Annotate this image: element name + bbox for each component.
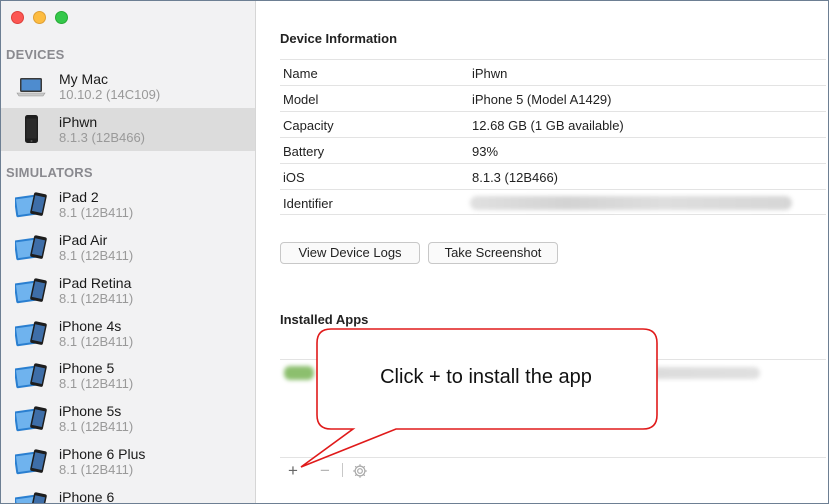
installed-apps-title: Installed Apps <box>280 312 369 327</box>
toolbar-divider <box>342 463 343 477</box>
simulator-name: iPad Retina <box>59 275 132 291</box>
installed-apps-toolbar: + − <box>280 457 826 483</box>
sidebar-item-my-mac[interactable]: My Mac 10.10.2 (14C109) <box>1 65 255 108</box>
simulator-version: 8.1 (12B411) <box>59 205 134 220</box>
info-label: Capacity <box>283 118 334 133</box>
simulator-version: 8.1 (12B411) <box>59 462 134 477</box>
zoom-button[interactable] <box>55 11 68 24</box>
simulator-version: 8.1 (12B411) <box>59 334 134 349</box>
device-name: My Mac <box>59 71 108 87</box>
device-name: iPhwn <box>59 114 98 130</box>
simulator-name: iPhone 6 Plus <box>59 446 146 462</box>
remove-app-button[interactable]: − <box>320 461 330 481</box>
take-screenshot-button[interactable]: Take Screenshot <box>428 242 558 264</box>
info-row-name: Name iPhwn <box>280 59 826 85</box>
info-value: 12.68 GB (1 GB available) <box>472 118 624 133</box>
simulator-icon <box>15 192 47 218</box>
sidebar-item-iphone-4s[interactable]: iPhone 4s 8.1 (12B411) <box>1 312 255 355</box>
main-panel: Device Information Name iPhwn Model iPho… <box>256 1 828 503</box>
installed-apps-header <box>280 336 826 360</box>
info-label: Model <box>283 92 319 107</box>
info-label: Battery <box>283 144 325 159</box>
simulator-name: iPhone 4s <box>59 318 122 334</box>
add-app-button[interactable]: + <box>288 461 298 481</box>
callout-text: Click + to install the app <box>380 366 592 388</box>
info-row-battery: Battery 93% <box>280 137 826 163</box>
sidebar-item-ipad-2[interactable]: iPad 2 8.1 (12B411) <box>1 183 255 226</box>
device-info-title: Device Information <box>280 31 398 46</box>
info-value: iPhwn <box>472 66 508 81</box>
simulator-icon <box>15 449 47 475</box>
devices-header: DEVICES <box>6 47 65 62</box>
info-row-ios: iOS 8.1.3 (12B466) <box>280 163 826 189</box>
identifier-redacted <box>470 196 792 210</box>
sidebar-item-iphone-6[interactable]: iPhone 6 <box>1 483 255 504</box>
info-row-capacity: Capacity 12.68 GB (1 GB available) <box>280 111 826 137</box>
info-value: 8.1.3 (12B466) <box>472 170 559 185</box>
device-info-table: Name iPhwn Model iPhone 5 (Model A1429) … <box>280 59 826 215</box>
simulator-icon <box>15 406 47 432</box>
info-label: Identifier <box>283 196 333 211</box>
simulator-name: iPad 2 <box>59 189 99 205</box>
simulator-icon <box>15 321 47 347</box>
info-value: 93% <box>472 144 499 159</box>
sidebar-item-iphone-5s[interactable]: iPhone 5s 8.1 (12B411) <box>1 397 255 440</box>
gear-icon[interactable] <box>351 462 369 480</box>
simulator-icon <box>15 492 47 503</box>
info-row-model: Model iPhone 5 (Model A1429) <box>280 85 826 111</box>
simulator-version: 8.1 (12B411) <box>59 376 134 391</box>
simulator-icon <box>15 278 47 304</box>
device-version: 10.10.2 (14C109) <box>59 87 161 102</box>
sidebar-item-ipad-retina[interactable]: iPad Retina 8.1 (12B411) <box>1 269 255 312</box>
sidebar-item-ipad-air[interactable]: iPad Air 8.1 (12B411) <box>1 226 255 269</box>
sidebar-item-iphone-5[interactable]: iPhone 5 8.1 (12B411) <box>1 354 255 397</box>
simulator-icon <box>15 363 47 389</box>
simulator-name: iPhone 6 <box>59 489 115 504</box>
sidebar-item-iphone-6-plus[interactable]: iPhone 6 Plus 8.1 (12B411) <box>1 440 255 483</box>
simulator-version: 8.1 (12B411) <box>59 248 134 263</box>
close-button[interactable] <box>11 11 24 24</box>
info-label: Name <box>283 66 318 81</box>
simulator-icon <box>15 235 47 261</box>
window-controls <box>11 11 68 24</box>
info-label: iOS <box>283 170 305 185</box>
simulators-header: SIMULATORS <box>6 165 93 180</box>
minimize-button[interactable] <box>33 11 46 24</box>
view-device-logs-button[interactable]: View Device Logs <box>280 242 420 264</box>
info-value: iPhone 5 (Model A1429) <box>472 92 612 107</box>
simulator-name: iPad Air <box>59 232 108 248</box>
window: DEVICES My Mac 10.10.2 (14C109) iPhwn 8.… <box>0 0 829 504</box>
laptop-icon <box>16 78 46 97</box>
simulator-version: 8.1 (12B411) <box>59 291 134 306</box>
iphone-icon <box>25 115 38 143</box>
sidebar-item-iphwn[interactable]: iPhwn 8.1.3 (12B466) <box>1 108 255 151</box>
app-icon-redacted <box>284 366 314 380</box>
sidebar: DEVICES My Mac 10.10.2 (14C109) iPhwn 8.… <box>1 1 256 504</box>
simulator-name: iPhone 5 <box>59 360 115 376</box>
info-row-identifier: Identifier <box>280 189 826 215</box>
device-version: 8.1.3 (12B466) <box>59 130 146 145</box>
simulator-version: 8.1 (12B411) <box>59 419 134 434</box>
simulator-name: iPhone 5s <box>59 403 122 419</box>
